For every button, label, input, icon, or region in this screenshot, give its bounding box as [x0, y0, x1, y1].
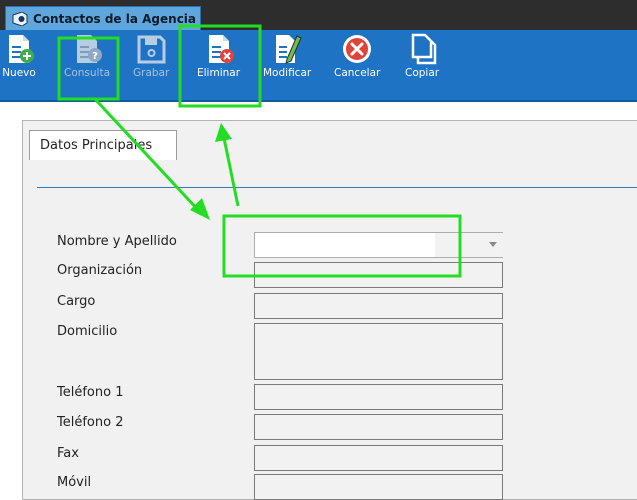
- copy-button-label: Copiar: [405, 67, 440, 79]
- new-button-label: Nuevo: [2, 67, 36, 79]
- save-button-label: Grabar: [133, 67, 170, 79]
- movil-field[interactable]: [254, 474, 503, 500]
- content-area: Datos Principales Nombre y Apellido Orga…: [0, 102, 637, 500]
- edit-button[interactable]: Modificar: [263, 32, 311, 79]
- delete-document-icon: [208, 35, 234, 63]
- window-tab[interactable]: Contactos de la Agencia: [5, 6, 201, 30]
- app-logo-icon: [12, 11, 28, 26]
- edit-button-label: Modificar: [263, 67, 312, 79]
- field-label-movil: Móvil: [57, 475, 92, 490]
- edit-document-icon: [276, 35, 302, 64]
- cargo-field[interactable]: [254, 293, 503, 319]
- field-label-telefono1: Teléfono 1: [57, 385, 124, 400]
- window-title: Contactos de la Agencia: [33, 11, 197, 26]
- title-bar: Contactos de la Agencia: [0, 0, 637, 30]
- cancel-button-label: Cancelar: [334, 67, 381, 79]
- save-icon: [137, 35, 166, 64]
- chevron-down-icon[interactable]: [489, 242, 497, 247]
- telefono2-field[interactable]: [254, 414, 503, 440]
- cancel-button[interactable]: Cancelar: [334, 32, 380, 79]
- field-label-nombre: Nombre y Apellido: [57, 234, 177, 249]
- field-label-domicilio: Domicilio: [57, 324, 118, 339]
- query-button[interactable]: ? Consulta: [64, 32, 110, 79]
- domicilio-field[interactable]: [254, 323, 503, 380]
- cancel-icon: [343, 35, 372, 63]
- telefono1-field[interactable]: [254, 384, 503, 410]
- fax-field[interactable]: [254, 445, 503, 471]
- query-button-label: Consulta: [64, 67, 111, 79]
- copy-button[interactable]: Copiar: [405, 32, 439, 79]
- field-label-organizacion: Organización: [57, 263, 143, 278]
- svg-text:?: ?: [92, 51, 98, 62]
- save-button[interactable]: Grabar: [133, 32, 169, 79]
- field-label-cargo: Cargo: [57, 294, 96, 309]
- copy-icon: [411, 33, 437, 65]
- tab-divider: [37, 187, 637, 188]
- delete-button-label: Eliminar: [197, 67, 241, 79]
- toolbar: Nuevo ? Consulta Grabar Eliminar Modific…: [0, 30, 637, 102]
- form-panel: Datos Principales Nombre y Apellido Orga…: [22, 120, 637, 500]
- new-document-icon: [9, 35, 34, 63]
- nombre-select[interactable]: [254, 232, 503, 258]
- query-document-icon: ?: [77, 35, 102, 63]
- tab-datos-principales[interactable]: Datos Principales: [29, 130, 177, 160]
- tab-label: Datos Principales: [40, 138, 153, 153]
- delete-button[interactable]: Eliminar: [197, 32, 240, 79]
- organizacion-field[interactable]: [254, 262, 503, 288]
- new-button[interactable]: Nuevo: [2, 32, 36, 79]
- field-label-fax: Fax: [57, 446, 79, 461]
- field-label-telefono2: Teléfono 2: [57, 415, 124, 430]
